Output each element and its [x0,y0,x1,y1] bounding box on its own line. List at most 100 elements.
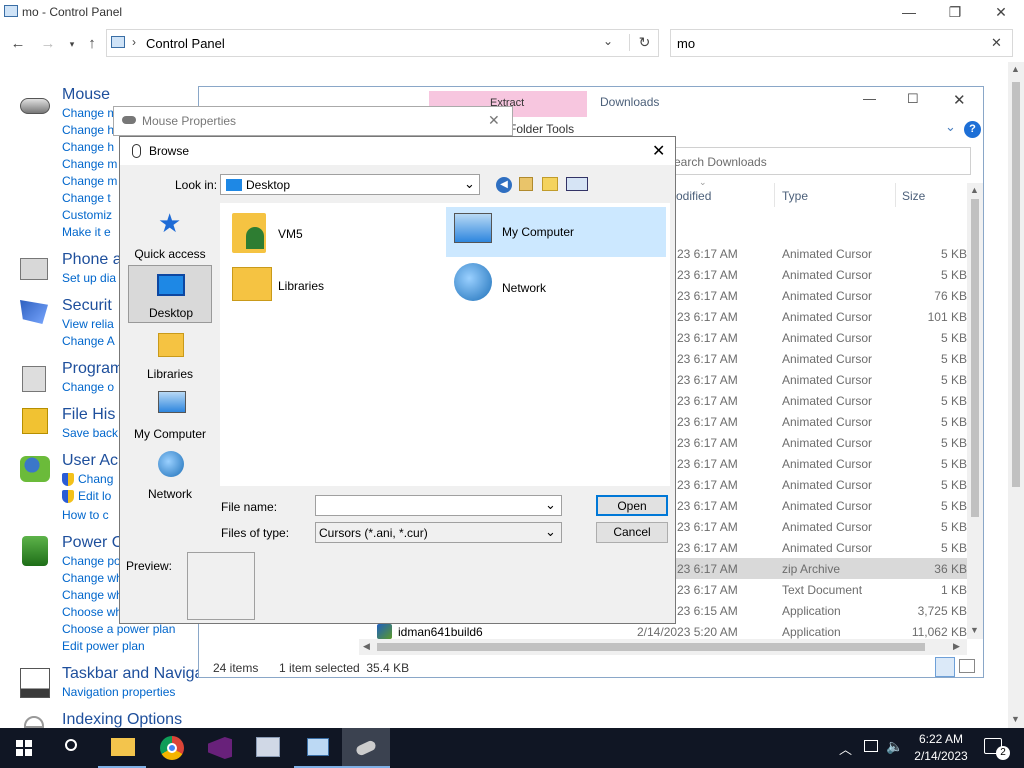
category-link[interactable]: Change h [62,123,114,137]
taskbar-file-explorer[interactable] [98,728,146,768]
category-link[interactable]: Chang [78,472,113,486]
category-link[interactable]: Change t [62,191,111,205]
folder-item[interactable]: Libraries [228,263,428,307]
taskbar-visual-studio[interactable] [196,728,244,768]
chevron-up-icon[interactable]: ︿ [839,739,852,758]
scrollbar[interactable]: ▲ ▼ [1008,62,1024,728]
column-header-modified[interactable]: odified [676,189,711,203]
scroll-thumb[interactable] [377,643,925,651]
category-link[interactable]: Change m [62,174,117,188]
category-heading[interactable]: Mouse [62,86,110,104]
maximize-button[interactable]: ☐ [907,91,919,107]
category-link[interactable]: How to c [62,508,109,522]
category-link[interactable]: Customiz [62,208,112,222]
close-button[interactable]: ✕ [488,112,500,129]
category-link[interactable]: Change wh [62,588,123,602]
view-menu-icon[interactable] [566,177,588,191]
category-link[interactable]: Make it e [62,225,111,239]
taskbar-mouse-properties[interactable] [342,728,390,768]
category-link[interactable]: Change A [62,334,115,348]
close-button[interactable]: ✕ [953,91,966,109]
start-button[interactable] [0,728,48,768]
clock-date[interactable]: 2/14/2023 [910,749,972,763]
search-box[interactable]: mo ✕ [670,29,1013,57]
category-link[interactable]: Save back [62,426,118,440]
column-header-size[interactable]: Size [902,189,925,203]
category-link[interactable]: Change wh [62,571,123,585]
scroll-thumb[interactable] [971,199,979,517]
category-link[interactable]: Choose wh [62,605,122,619]
chevron-down-icon[interactable]: ⌄ [603,34,613,48]
breadcrumb[interactable]: Control Panel [146,36,225,51]
open-button[interactable]: Open [596,495,668,516]
recent-chevron-icon[interactable]: ▾ [62,34,82,54]
places-my-computer[interactable]: My Computer [128,387,212,445]
category-link[interactable]: Set up dia [62,271,116,285]
search-button[interactable] [48,728,96,768]
places-desktop[interactable]: Desktop [128,265,212,323]
close-button[interactable]: ✕ [978,0,1024,26]
look-in-dropdown[interactable]: Desktop ⌄ [220,174,480,195]
scroll-left-icon[interactable]: ◀ [363,641,370,652]
folder-item[interactable]: Network [446,261,666,307]
file-list-view[interactable]: VM5 My Computer Libraries Network [220,203,670,486]
category-link[interactable]: Change m [62,157,117,171]
details-view-icon[interactable] [935,657,955,677]
category-link[interactable]: Choose a power plan [62,622,175,636]
category-heading[interactable]: Indexing Options [62,711,182,729]
category-heading[interactable]: Program [62,360,123,378]
category-heading[interactable]: File His [62,406,115,424]
up-folder-icon[interactable] [519,177,533,191]
up-icon[interactable]: ↑ [82,34,102,54]
refresh-icon[interactable]: ↻ [629,34,659,51]
taskbar-chrome[interactable] [148,728,196,768]
category-link[interactable]: Change m [62,106,117,120]
category-link[interactable]: View relia [62,317,114,331]
scroll-up-icon[interactable]: ▲ [970,185,979,195]
maximize-button[interactable]: ❐ [932,0,978,26]
taskbar-remote-desktop[interactable] [244,728,292,768]
back-icon[interactable]: ← [8,34,28,54]
files-of-type-dropdown[interactable]: Cursors (*.ani, *.cur) ⌄ [315,522,562,543]
network-status-icon[interactable] [864,740,878,752]
category-link[interactable]: Change po [62,554,121,568]
back-icon[interactable]: ◀ [496,177,512,193]
chevron-down-icon[interactable]: ⌄ [945,119,956,135]
scroll-down-icon[interactable]: ▼ [970,625,979,635]
scroll-down-icon[interactable]: ▼ [1011,714,1020,724]
search-input[interactable]: mo [677,36,695,51]
address-bar[interactable]: › Control Panel ⌄ ↻ [106,29,659,57]
search-downloads-box[interactable]: earch Downloads [671,147,971,175]
clear-search-icon[interactable]: ✕ [991,35,1002,51]
ribbon-folder-tools-tab[interactable]: Folder Tools [509,122,574,136]
close-button[interactable]: ✕ [652,141,665,161]
category-link[interactable]: Edit power plan [62,639,145,653]
forward-icon[interactable]: → [38,34,58,54]
category-heading[interactable]: Taskbar and Navigati [62,665,211,683]
volume-icon[interactable]: 🔈 [886,738,903,755]
folder-item-selected[interactable]: My Computer [446,207,666,257]
taskbar-control-panel[interactable] [294,728,342,768]
category-heading[interactable]: User Ac [62,452,118,470]
category-link[interactable]: Edit lo [78,489,111,503]
chevron-down-icon[interactable]: ⌄ [545,497,556,513]
scroll-right-icon[interactable]: ▶ [953,641,960,652]
help-icon[interactable]: ? [964,121,981,138]
new-folder-icon[interactable] [542,177,558,191]
places-quick-access[interactable]: ★ Quick access [128,207,212,265]
category-link[interactable]: Change h [62,140,114,154]
cancel-button[interactable]: Cancel [596,522,668,543]
category-link[interactable]: Navigation properties [62,685,175,699]
category-heading[interactable]: Securit [62,297,112,315]
vertical-scrollbar[interactable]: ▲ ▼ [967,183,983,639]
minimize-button[interactable]: — [863,91,876,106]
category-heading[interactable]: Phone a [62,251,122,269]
folder-item[interactable]: VM5 [228,211,428,255]
clock-time[interactable]: 6:22 AM [914,732,968,746]
scroll-up-icon[interactable]: ▲ [1011,64,1020,74]
horizontal-scrollbar[interactable]: ◀ ▶ [359,639,967,655]
places-network[interactable]: Network [128,447,212,505]
category-heading[interactable]: Power O [62,534,124,552]
file-name-input[interactable]: ⌄ [315,495,562,516]
minimize-button[interactable]: — [886,0,932,26]
